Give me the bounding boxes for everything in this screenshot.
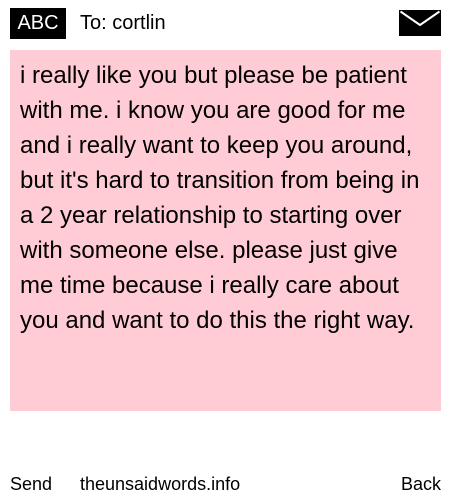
message-header: ABC To: cortlin [0,0,450,46]
message-body-area[interactable]: i really like you but please be patient … [10,50,441,411]
back-button[interactable]: Back [401,470,441,498]
softkey-bar: Send theunsaidwords.info Back [0,470,450,498]
input-mode-badge[interactable]: ABC [10,8,66,39]
mail-envelope-icon [399,10,441,36]
recipient-label: To: cortlin [80,12,166,34]
message-text: i really like you but please be patient … [20,62,420,334]
site-label: theunsaidwords.info [80,474,241,494]
send-button[interactable]: Send [10,470,52,498]
